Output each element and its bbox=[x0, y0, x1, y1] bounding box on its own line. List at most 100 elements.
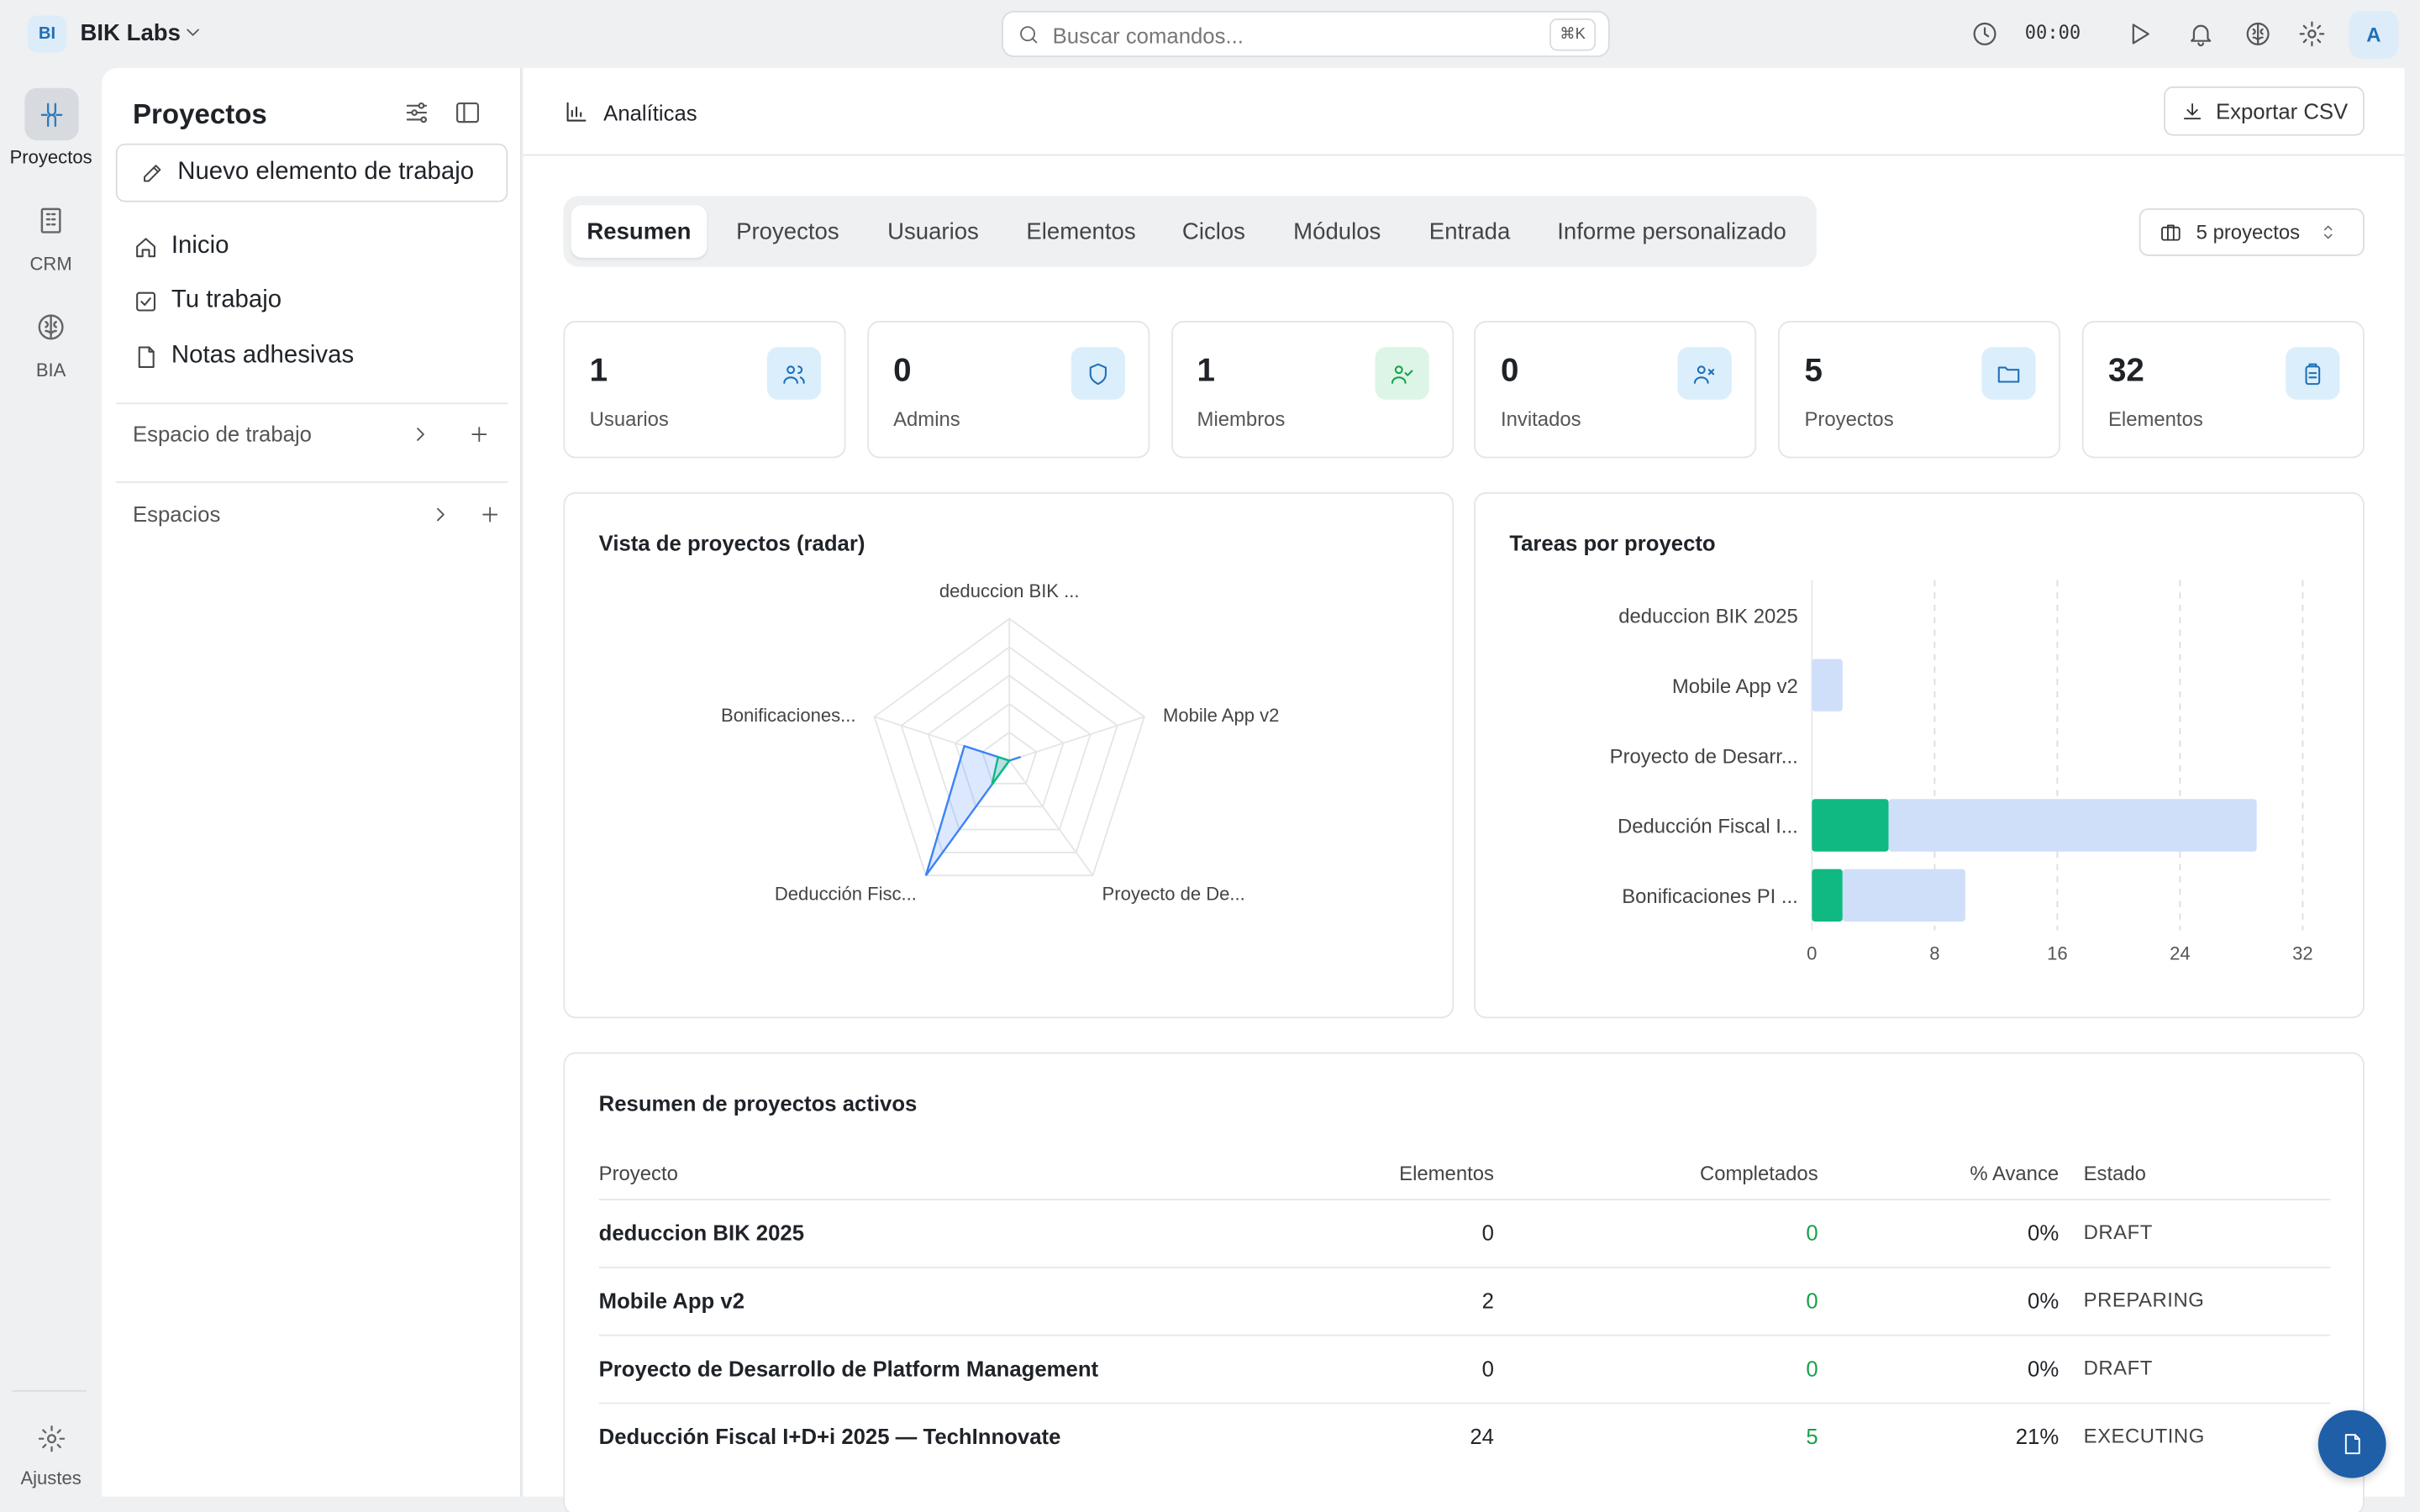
briefcase-icon bbox=[2161, 224, 2181, 241]
gear-icon[interactable] bbox=[2298, 20, 2326, 48]
rail-item-proyectos[interactable]: Proyectos bbox=[0, 87, 102, 168]
row-status: DRAFT bbox=[2083, 1220, 2153, 1244]
brain-icon[interactable] bbox=[2244, 20, 2272, 48]
floating-notes-button[interactable] bbox=[2317, 1410, 2386, 1478]
row-project-name[interactable]: Proyecto de Desarrollo de Platform Manag… bbox=[599, 1356, 1098, 1380]
export-csv-button[interactable]: Exportar CSV bbox=[2164, 86, 2365, 136]
clock-icon[interactable] bbox=[1971, 20, 1999, 48]
radar-category-label: Deducción Fisc... bbox=[775, 884, 917, 905]
stat-value: 0 bbox=[893, 353, 912, 389]
radar-axis bbox=[1008, 716, 1145, 762]
sidebar-item-label: Tu trabajo bbox=[171, 286, 282, 313]
bar-segment bbox=[1812, 869, 1843, 922]
filter-sliders-icon[interactable] bbox=[402, 99, 430, 127]
new-work-item-button[interactable]: Nuevo elemento de trabajo bbox=[115, 143, 508, 202]
stat-label: Proyectos bbox=[1804, 407, 1894, 431]
play-icon[interactable] bbox=[2125, 20, 2153, 48]
export-csv-label: Exportar CSV bbox=[2215, 98, 2349, 123]
table-row[interactable]: Mobile App v2 2 0 0% PREPARING bbox=[598, 1266, 2331, 1335]
stat-card-proyectos: 5 Proyectos bbox=[1778, 321, 2061, 459]
radar-chart-card: Vista de proyectos (radar) deduccion BIK… bbox=[563, 491, 1455, 1019]
table-row[interactable]: Proyecto de Desarrollo de Platform Manag… bbox=[598, 1334, 2331, 1403]
row-status: PREPARING bbox=[2083, 1288, 2205, 1312]
clipboard-icon bbox=[2286, 347, 2340, 400]
rail-item-crm[interactable]: CRM bbox=[0, 194, 102, 275]
new-work-item-label: Nuevo elemento de trabajo bbox=[177, 159, 475, 186]
bar-category-label: Mobile App v2 bbox=[1672, 675, 1798, 698]
table-row[interactable]: deduccion BIK 2025 0 0 0% DRAFT bbox=[598, 1199, 2331, 1267]
column-header-elementos[interactable]: Elementos bbox=[1339, 1162, 1494, 1185]
radar-category-label: Bonificaciones... bbox=[721, 705, 855, 726]
table-row[interactable]: Deducción Fiscal I+D+i 2025 — TechInnova… bbox=[598, 1402, 2331, 1471]
sidebar-item-tu-trabajo[interactable]: Tu trabajo bbox=[133, 282, 281, 319]
tab-modulos[interactable]: Módulos bbox=[1293, 205, 1381, 257]
note-icon bbox=[138, 345, 155, 368]
radar-category-label: deduccion BIK ... bbox=[939, 580, 1080, 601]
user-check-icon bbox=[1374, 347, 1429, 400]
chevron-right-icon[interactable] bbox=[409, 423, 433, 446]
chevron-up-down-icon bbox=[2324, 225, 2333, 239]
sidebar-section-workspace[interactable]: Espacio de trabajo bbox=[133, 421, 312, 445]
user-avatar[interactable]: A bbox=[2349, 10, 2399, 59]
bell-icon[interactable] bbox=[2187, 20, 2215, 48]
edit-icon bbox=[144, 165, 161, 182]
column-header-proyecto[interactable]: Proyecto bbox=[599, 1162, 678, 1185]
workspace-badge[interactable]: BI bbox=[28, 15, 66, 53]
chevron-down-icon[interactable] bbox=[182, 22, 204, 44]
row-items: 24 bbox=[1470, 1424, 1494, 1449]
bar-segment bbox=[1812, 659, 1843, 711]
stat-card-elementos: 32 Elementos bbox=[2081, 321, 2365, 459]
tab-ciclos[interactable]: Ciclos bbox=[1182, 205, 1245, 257]
radar-chart: deduccion BIK ... Mobile App v2 Proyecto d… bbox=[721, 580, 1279, 905]
brain-icon bbox=[24, 301, 77, 353]
bar-segment bbox=[1888, 799, 2257, 852]
row-progress: 0% bbox=[2028, 1288, 2060, 1314]
sidebar-section-spaces[interactable]: Espacios bbox=[133, 501, 220, 526]
stat-value: 1 bbox=[589, 353, 608, 389]
sidebar-toggle-icon[interactable] bbox=[454, 99, 481, 127]
sidebar-divider bbox=[115, 402, 508, 405]
row-project-name[interactable]: deduccion BIK 2025 bbox=[599, 1221, 804, 1245]
search-placeholder[interactable]: Buscar comandos... bbox=[1053, 24, 1244, 48]
project-selector[interactable]: 5 proyectos bbox=[2139, 207, 2365, 256]
column-header-estado[interactable]: Estado bbox=[2084, 1162, 2146, 1185]
row-project-name[interactable]: Mobile App v2 bbox=[599, 1289, 744, 1313]
tab-entrada[interactable]: Entrada bbox=[1429, 205, 1511, 257]
tab-bar: Resumen Proyectos Usuarios Elementos Cic… bbox=[563, 196, 1817, 267]
tab-proyectos[interactable]: Proyectos bbox=[736, 205, 839, 257]
stat-card-miembros: 1 Miembros bbox=[1171, 321, 1454, 459]
radar-category-label: Proyecto de De... bbox=[1102, 884, 1245, 905]
stat-card-invitados: 0 Invitados bbox=[1474, 321, 1757, 459]
command-search[interactable]: Buscar comandos... ⌘K bbox=[1002, 10, 1610, 57]
row-project-name[interactable]: Deducción Fiscal I+D+i 2025 — TechInnova… bbox=[599, 1424, 1061, 1448]
tab-usuarios[interactable]: Usuarios bbox=[887, 205, 979, 257]
sidebar-item-label: Notas adhesivas bbox=[171, 342, 355, 369]
rail-item-ajustes[interactable]: Ajustes bbox=[0, 1412, 102, 1488]
tab-informe-personalizado[interactable]: Informe personalizado bbox=[1557, 205, 1786, 257]
bar-chart-card: Tareas por proyecto 0 8 16 24 32 deduccion BI… bbox=[1474, 491, 2365, 1019]
stat-value: 32 bbox=[2107, 353, 2144, 389]
tab-resumen[interactable]: Resumen bbox=[571, 205, 708, 258]
column-header-completados[interactable]: Completados bbox=[1586, 1162, 1818, 1185]
bar-chart: 0 8 16 24 32 deduccion BIK 2025 Mobile App v2 P… bbox=[1610, 580, 2313, 963]
download-icon bbox=[2183, 102, 2201, 119]
chevron-right-icon[interactable] bbox=[429, 503, 453, 527]
stat-label: Miembros bbox=[1197, 407, 1286, 431]
stat-label: Usuarios bbox=[589, 407, 669, 431]
rail-label: BIA bbox=[35, 359, 66, 381]
rail-item-bia[interactable]: BIA bbox=[0, 301, 102, 381]
sidebar-item-inicio[interactable]: Inicio bbox=[133, 228, 229, 265]
plus-icon[interactable] bbox=[478, 503, 502, 527]
row-completed: 0 bbox=[1806, 1220, 1818, 1246]
row-items: 2 bbox=[1481, 1288, 1494, 1314]
row-items: 0 bbox=[1481, 1220, 1494, 1246]
bar-category-label: Bonificaciones PI ... bbox=[1622, 885, 1798, 908]
sidebar-item-notas[interactable]: Notas adhesivas bbox=[133, 338, 354, 375]
plus-icon[interactable] bbox=[468, 423, 492, 446]
tab-elementos[interactable]: Elementos bbox=[1026, 205, 1135, 257]
workspace-name[interactable]: BIK Labs bbox=[81, 20, 181, 46]
sidebar-item-label: Inicio bbox=[171, 233, 229, 260]
proyectos-icon bbox=[24, 87, 78, 141]
row-completed: 0 bbox=[1806, 1356, 1818, 1381]
column-header-avance[interactable]: % Avance bbox=[1905, 1162, 2059, 1185]
